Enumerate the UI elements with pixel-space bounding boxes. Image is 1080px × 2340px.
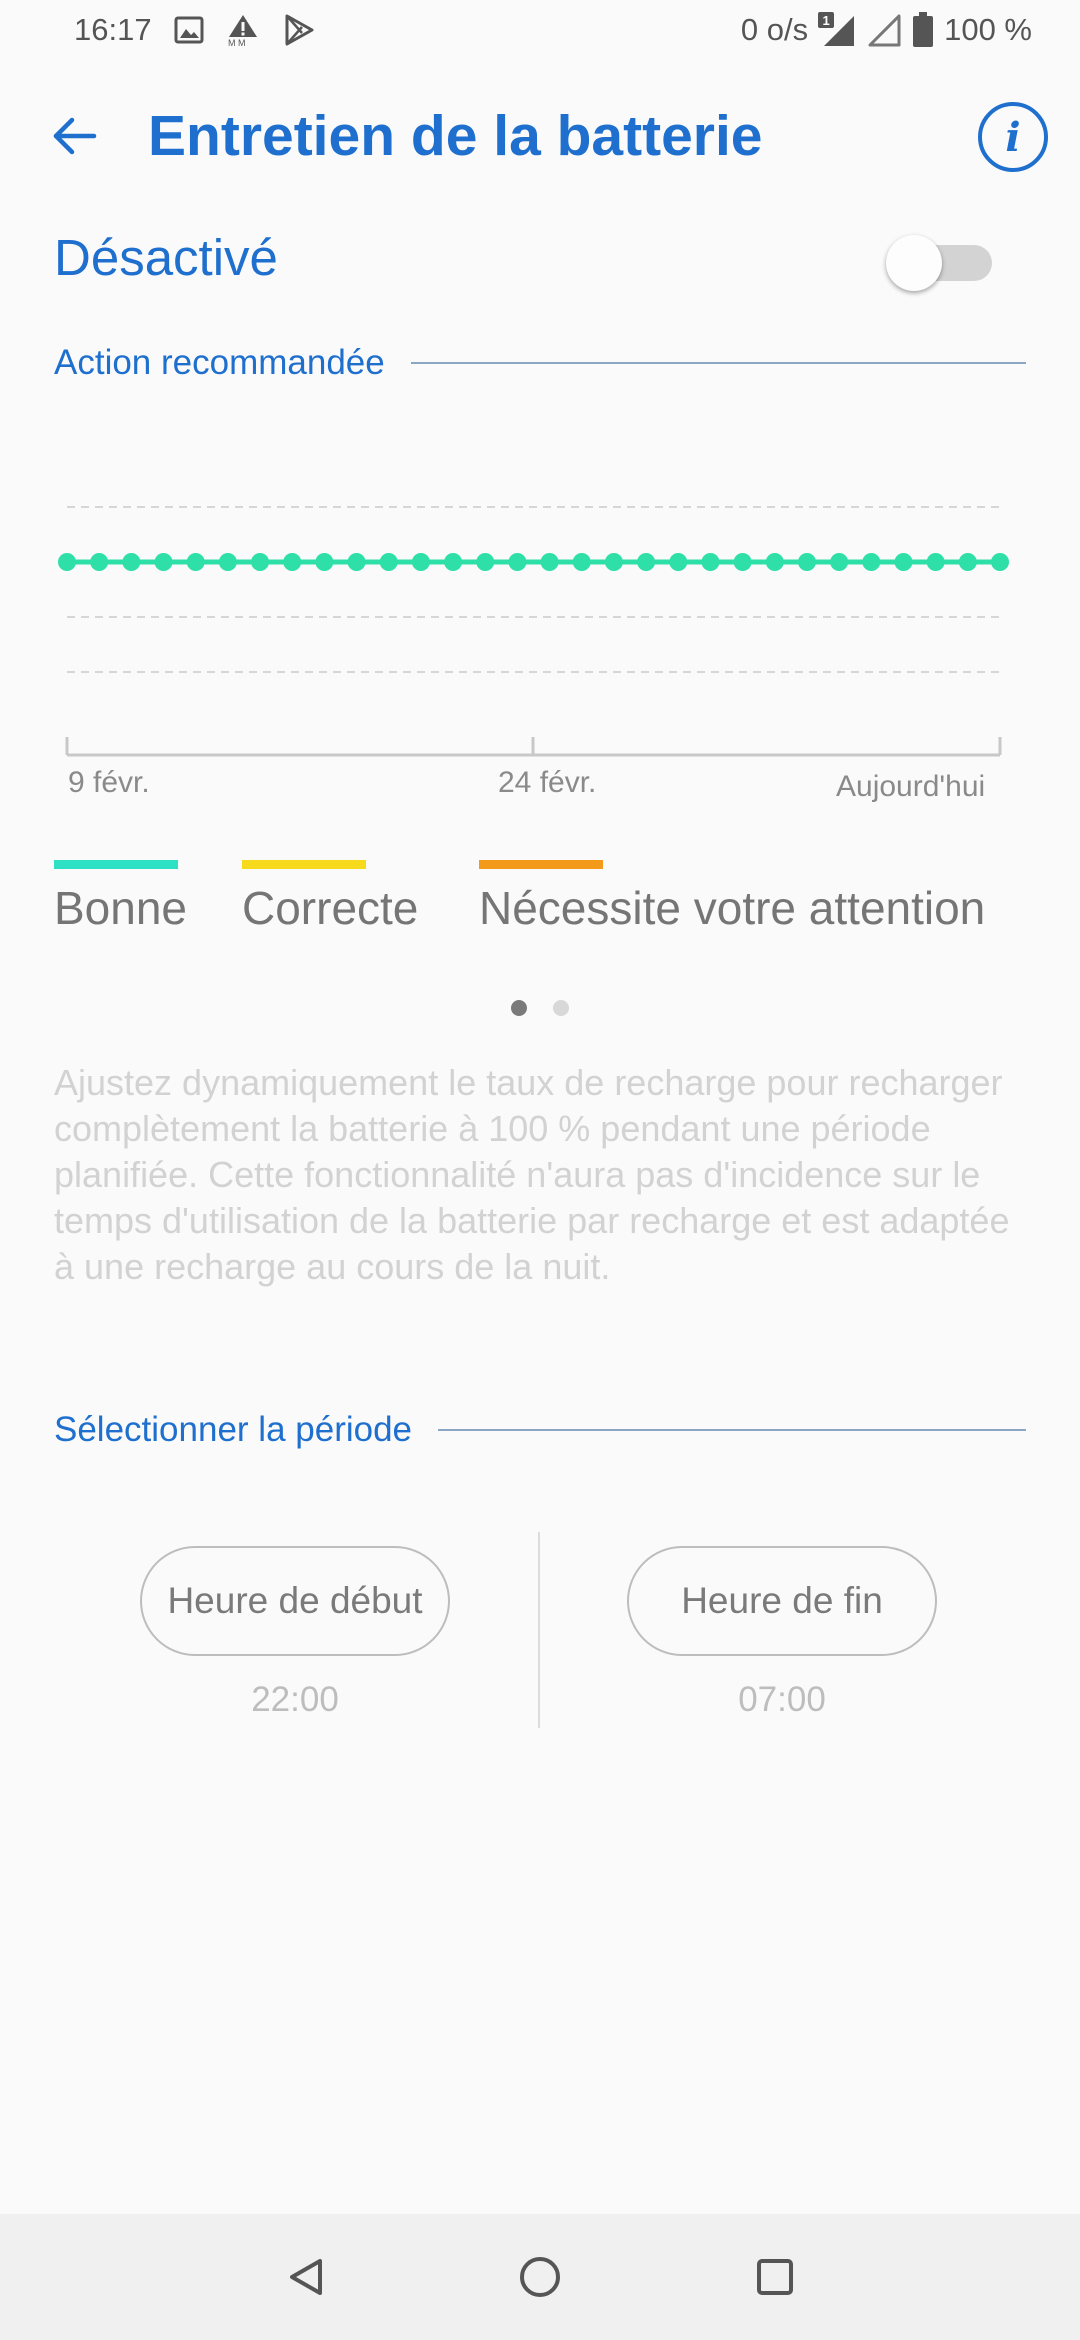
- battery-percent: 100 %: [944, 12, 1032, 47]
- chart-point: [572, 553, 591, 571]
- chart-point: [444, 553, 463, 571]
- battery-care-toggle[interactable]: [886, 235, 994, 291]
- chart-point: [991, 553, 1009, 571]
- chart-point: [830, 553, 849, 571]
- x-tick-label: 24 févr.: [498, 766, 597, 799]
- chart-point: [637, 553, 656, 571]
- arrow-left-icon: [53, 117, 97, 155]
- chart-svg: [58, 506, 1009, 757]
- svg-text:M M: M M: [228, 38, 246, 47]
- signal-sim2-icon: [866, 12, 902, 48]
- section-divider: [410, 362, 1026, 364]
- chart-point: [862, 553, 881, 571]
- info-icon: i: [1005, 113, 1021, 161]
- status-left: 16:17 M M: [74, 12, 316, 48]
- image-icon: [174, 15, 204, 45]
- legend-item-good: Bonne: [54, 860, 187, 935]
- chart-point: [251, 553, 270, 571]
- chart-point: [122, 553, 141, 571]
- toggle-status-label: Désactivé: [54, 229, 278, 286]
- nav-recents-button[interactable]: [742, 2244, 808, 2310]
- network-speed: 0 o/s: [740, 12, 809, 47]
- back-triangle-icon: [290, 2259, 322, 2295]
- battery-health-chart: 9 févr. 24 févr. Aujourd'hui: [0, 470, 1080, 830]
- sim-badge: 1: [823, 13, 830, 28]
- warning-icon: M M: [226, 13, 260, 47]
- section-header-period: Sélectionner la période: [54, 1410, 1026, 1450]
- chart-point: [894, 553, 913, 571]
- app-bar: Entretien de la batterie i: [0, 90, 1080, 180]
- back-button[interactable]: [38, 100, 110, 172]
- nav-back-button[interactable]: [273, 2244, 339, 2310]
- chart-point: [476, 553, 495, 571]
- start-time-button[interactable]: Heure de début: [140, 1546, 450, 1656]
- section-divider: [438, 1429, 1026, 1431]
- section-label-recommended: Action recommandée: [54, 343, 385, 382]
- chart-point: [508, 553, 527, 571]
- status-right: 0 o/s 1 100 %: [741, 12, 1032, 48]
- page-title: Entretien de la batterie: [148, 104, 763, 168]
- chart-point: [154, 553, 173, 571]
- feature-description: Ajustez dynamiquement le taux de recharg…: [54, 1062, 1010, 1287]
- end-time-value: 07:00: [738, 1680, 826, 1719]
- chart-point: [958, 553, 977, 571]
- legend-swatch: [479, 860, 603, 869]
- x-tick-label: Aujourd'hui: [836, 770, 986, 803]
- legend-item-correct: Correcte: [242, 860, 418, 935]
- pager-dot-active[interactable]: [511, 1000, 527, 1016]
- section-header-recommended: Action recommandée: [54, 343, 1026, 383]
- chart-point: [58, 553, 76, 571]
- navigation-bar: [0, 2214, 1080, 2340]
- chart-point: [347, 553, 366, 571]
- pager-dot[interactable]: [553, 1000, 569, 1016]
- home-circle-icon: [520, 2257, 560, 2297]
- status-time: 16:17: [74, 12, 152, 47]
- chart-point: [218, 553, 237, 571]
- battery-icon: [912, 12, 934, 48]
- chart-point: [669, 553, 688, 571]
- nav-home-button[interactable]: [507, 2244, 573, 2310]
- period-divider: [538, 1532, 540, 1728]
- chart-point: [926, 553, 945, 571]
- toggle-thumb: [886, 235, 942, 291]
- info-button[interactable]: i: [978, 102, 1048, 172]
- legend-swatch: [242, 860, 366, 869]
- chart-point: [379, 553, 398, 571]
- x-tick-label: 9 févr.: [68, 766, 150, 799]
- chart-point: [315, 553, 334, 571]
- legend-label: Correcte: [242, 882, 419, 934]
- chart-point: [733, 553, 752, 571]
- chart-point: [186, 553, 205, 571]
- legend-label: Nécessite votre attention: [479, 882, 986, 934]
- play-store-icon: [282, 13, 316, 47]
- chart-point: [604, 553, 623, 571]
- chart-point: [540, 553, 559, 571]
- status-bar: 16:17 M M 0 o/s 1 100 %: [0, 0, 1080, 66]
- signal-sim1-icon: 1: [818, 12, 856, 48]
- start-time-value: 22:00: [251, 1680, 339, 1719]
- legend-swatch: [54, 860, 178, 869]
- chart-point: [283, 553, 302, 571]
- legend-label: Bonne: [54, 882, 188, 934]
- section-label-period: Sélectionner la période: [54, 1410, 413, 1449]
- recents-square-icon: [757, 2259, 793, 2295]
- chart-point: [765, 553, 784, 571]
- chart-point: [797, 553, 816, 571]
- chart-point: [411, 553, 430, 571]
- chart-point: [701, 553, 720, 571]
- end-time-button[interactable]: Heure de fin: [627, 1546, 937, 1656]
- chart-point: [90, 553, 109, 571]
- legend-item-attention: Nécessite votre attention: [479, 860, 985, 935]
